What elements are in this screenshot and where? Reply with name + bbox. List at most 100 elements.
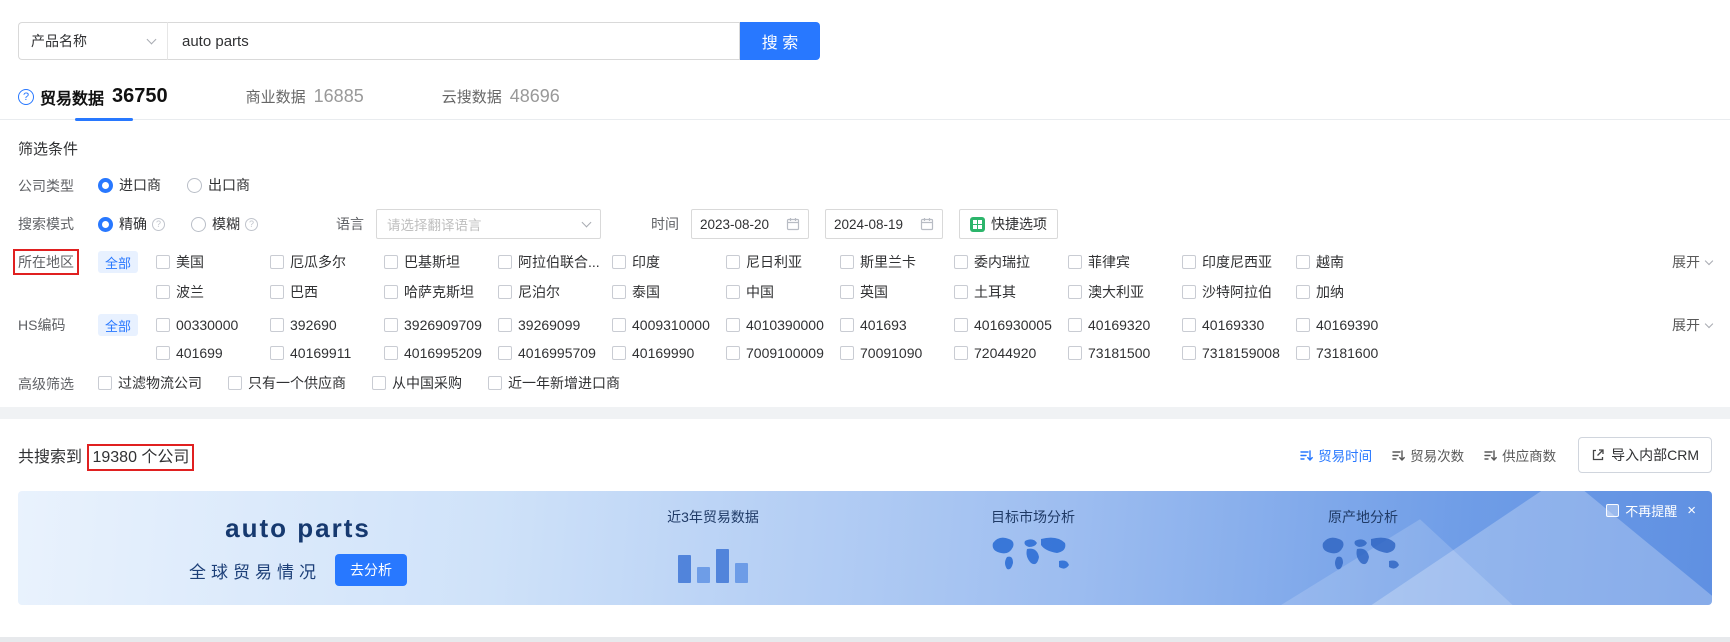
hs-code-checkbox[interactable]: 401699 — [156, 345, 270, 361]
hs-code-checkbox[interactable]: 4010390000 — [726, 317, 840, 333]
hs-code-checkbox[interactable]: 40169911 — [270, 345, 384, 361]
hs-code-checkbox[interactable]: 73181500 — [1068, 345, 1182, 361]
hs-code-checkbox[interactable]: 39269099 — [498, 317, 612, 333]
search-mode-label: 搜索模式 — [18, 216, 74, 232]
crm-import-button[interactable]: 导入内部CRM — [1578, 437, 1712, 473]
sort-supplier-count[interactable]: 供应商数 — [1484, 445, 1556, 465]
region-all-badge[interactable]: 全部 — [98, 251, 138, 273]
checkbox-icon — [1296, 346, 1310, 360]
hs-code-checkbox[interactable]: 4016995709 — [498, 345, 612, 361]
company-type-label: 公司类型 — [18, 178, 74, 194]
search-button[interactable]: 搜 索 — [740, 22, 820, 60]
hs-code-checkbox[interactable]: 7009100009 — [726, 345, 840, 361]
checkbox-icon — [1296, 285, 1310, 299]
banner-origin-block: 原产地分析 — [1268, 507, 1458, 584]
tab-trade-data[interactable]: 贸易数据 36750 — [40, 74, 168, 120]
region-label annotation-box: 所在地区 — [13, 249, 79, 275]
hs-expand-link[interactable]: 展开 — [1672, 314, 1714, 336]
region-checkbox[interactable]: 尼泊尔 — [498, 282, 612, 302]
end-date-input[interactable]: 2024-08-19 — [825, 209, 943, 239]
banner-left-block: auto parts 全球贸易情况 去分析 — [168, 513, 428, 586]
analyze-button[interactable]: 去分析 — [335, 554, 407, 586]
end-date-value: 2024-08-19 — [834, 216, 904, 232]
region-checkbox[interactable]: 加纳 — [1296, 282, 1410, 302]
region-checkbox[interactable]: 阿拉伯联合... — [498, 252, 612, 272]
hs-code-checkbox[interactable]: 4016995209 — [384, 345, 498, 361]
hs-code-checkbox[interactable]: 4009310000 — [612, 317, 726, 333]
filter-title: 筛选条件 — [18, 141, 79, 158]
advanced-checkbox-buy-from-china[interactable]: 从中国采购 — [372, 373, 462, 393]
region-checkbox[interactable]: 沙特阿拉伯 — [1182, 282, 1296, 302]
checkbox-icon — [498, 318, 512, 332]
start-date-input[interactable]: 2023-08-20 — [691, 209, 809, 239]
region-checkbox[interactable]: 土耳其 — [954, 282, 1068, 302]
close-icon[interactable]: × — [1687, 503, 1696, 518]
checkbox-icon — [270, 255, 284, 269]
advanced-checkbox-new-importers[interactable]: 近一年新增进口商 — [488, 373, 620, 393]
hs-code-checkbox[interactable]: 00330000 — [156, 317, 270, 333]
checkbox-icon — [1182, 285, 1196, 299]
info-icon[interactable]: ? — [152, 217, 165, 231]
region-checkbox[interactable]: 澳大利亚 — [1068, 282, 1182, 302]
tab-business-data[interactable]: 商业数据 16885 — [246, 74, 364, 120]
region-filter-row: 所在地区 全部 美国 厄瓜多尔 巴基斯坦 阿拉伯联合... 印度 尼日利亚 斯里… — [13, 249, 1714, 302]
search-category-select[interactable]: 产品名称 — [18, 22, 168, 60]
region-checkbox[interactable]: 印度尼西亚 — [1182, 252, 1296, 272]
checkbox-icon — [1296, 255, 1310, 269]
region-checkbox[interactable]: 菲律宾 — [1068, 252, 1182, 272]
hs-code-checkbox[interactable]: 40169390 — [1296, 317, 1410, 333]
checkbox-icon — [1068, 318, 1082, 332]
quick-options-button[interactable]: 快捷选项 — [959, 209, 1058, 239]
radio-exporter[interactable]: 出口商 — [187, 175, 250, 195]
region-checkbox[interactable]: 哈萨克斯坦 — [384, 282, 498, 302]
hs-code-checkbox[interactable]: 7318159008 — [1182, 345, 1296, 361]
region-checkbox[interactable]: 巴基斯坦 — [384, 252, 498, 272]
advanced-checkbox-filter-logistics[interactable]: 过滤物流公司 — [98, 373, 202, 393]
region-checkbox[interactable]: 泰国 — [612, 282, 726, 302]
hs-all-badge[interactable]: 全部 — [98, 314, 138, 336]
hs-code-checkbox[interactable]: 73181600 — [1296, 345, 1410, 361]
region-checkbox[interactable]: 越南 — [1296, 252, 1410, 272]
region-checkbox[interactable]: 斯里兰卡 — [840, 252, 954, 272]
hs-code-checkbox[interactable]: 3926909709 — [384, 317, 498, 333]
hs-code-checkbox[interactable]: 392690 — [270, 317, 384, 333]
region-checkbox[interactable]: 中国 — [726, 282, 840, 302]
hs-code-checkbox[interactable]: 401693 — [840, 317, 954, 333]
dismiss-checkbox[interactable] — [1606, 504, 1620, 517]
advanced-options: 过滤物流公司 只有一个供应商 从中国采购 近一年新增进口商 — [98, 373, 620, 393]
region-checkbox[interactable]: 委内瑞拉 — [954, 252, 1068, 272]
calendar-icon — [786, 218, 800, 231]
sort-trade-count[interactable]: 贸易次数 — [1392, 445, 1464, 465]
region-checkbox[interactable]: 巴西 — [270, 282, 384, 302]
help-icon[interactable]: ? — [18, 88, 34, 105]
calendar-icon — [920, 218, 934, 231]
info-icon[interactable]: ? — [245, 217, 258, 231]
radio-exact-mode[interactable]: 精确 ? — [98, 214, 165, 234]
region-checkbox[interactable]: 厄瓜多尔 — [270, 252, 384, 272]
region-checkbox[interactable]: 印度 — [612, 252, 726, 272]
region-checkbox[interactable]: 波兰 — [156, 282, 270, 302]
sort-trade-time[interactable]: 贸易时间 — [1300, 445, 1372, 465]
hs-code-checkbox[interactable]: 4016930005 — [954, 317, 1068, 333]
tab-cloud-search-data[interactable]: 云搜数据 48696 — [442, 74, 560, 120]
radio-importer[interactable]: 进口商 — [98, 175, 161, 195]
language-select[interactable]: 请选择翻译语言 — [376, 209, 601, 239]
region-checkbox[interactable]: 英国 — [840, 282, 954, 302]
time-label: 时间 — [651, 216, 679, 232]
section-divider — [0, 407, 1730, 419]
search-input[interactable] — [168, 22, 740, 60]
radio-fuzzy-mode[interactable]: 模糊 ? — [191, 214, 258, 234]
checkbox-icon — [726, 285, 740, 299]
hs-code-checkbox[interactable]: 72044920 — [954, 345, 1068, 361]
region-checkbox[interactable]: 尼日利亚 — [726, 252, 840, 272]
checkbox-icon — [384, 255, 398, 269]
region-checkbox[interactable]: 美国 — [156, 252, 270, 272]
hs-code-checkbox[interactable]: 40169320 — [1068, 317, 1182, 333]
hs-code-checkbox[interactable]: 40169990 — [612, 345, 726, 361]
hs-code-checkbox[interactable]: 70091090 — [840, 345, 954, 361]
checkbox-icon — [1182, 255, 1196, 269]
advanced-checkbox-single-supplier[interactable]: 只有一个供应商 — [228, 373, 346, 393]
region-expand-link[interactable]: 展开 — [1672, 251, 1714, 273]
data-source-tabs: ? 贸易数据 36750 商业数据 16885 云搜数据 48696 — [0, 74, 1730, 120]
hs-code-checkbox[interactable]: 40169330 — [1182, 317, 1296, 333]
